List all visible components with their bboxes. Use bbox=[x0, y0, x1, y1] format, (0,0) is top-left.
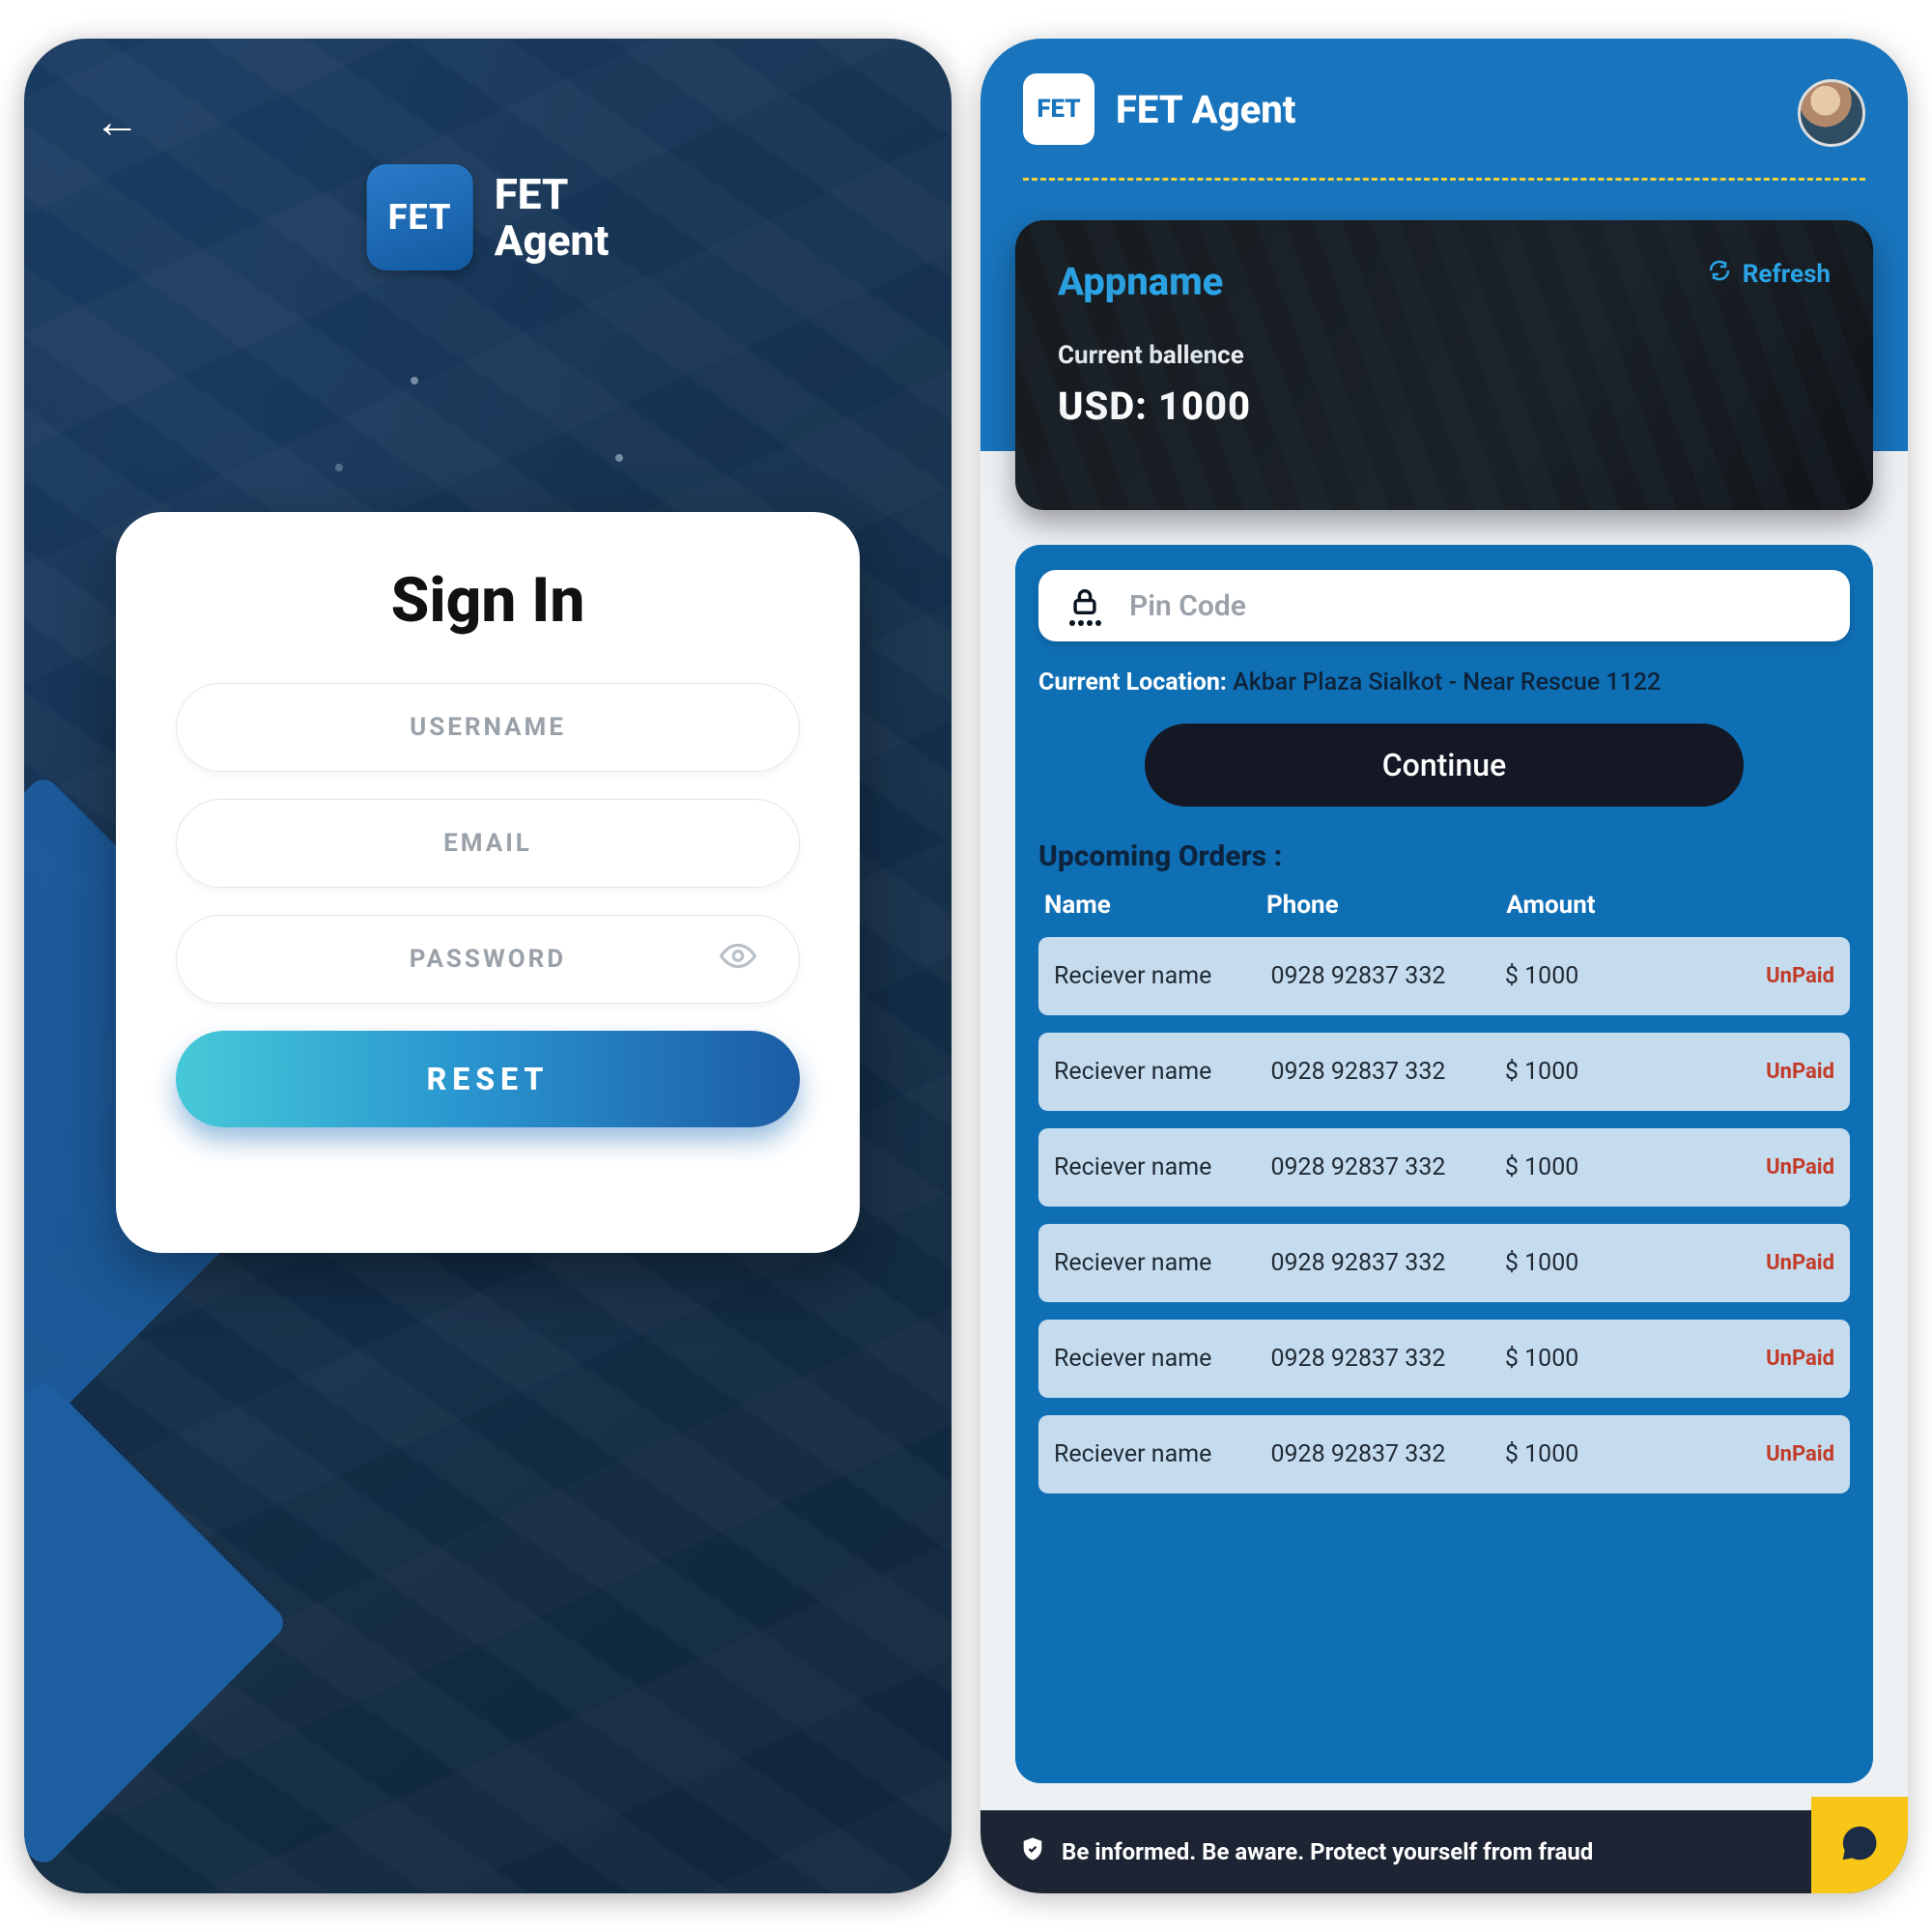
balance-amount: USD: 1000 bbox=[1058, 384, 1831, 429]
dashboard-screen: FET FET Agent Appname Refresh Current ba… bbox=[980, 39, 1908, 1893]
order-row[interactable]: Reciever name0928 92837 332$ 1000UnPaid bbox=[1038, 1128, 1850, 1207]
order-name: Reciever name bbox=[1054, 1345, 1270, 1373]
password-placeholder: PASSWORD bbox=[410, 945, 566, 974]
username-placeholder: USERNAME bbox=[410, 713, 566, 742]
chat-button[interactable] bbox=[1811, 1797, 1908, 1893]
order-row[interactable]: Reciever name0928 92837 332$ 1000UnPaid bbox=[1038, 1224, 1850, 1302]
continue-button[interactable]: Continue bbox=[1145, 724, 1744, 807]
app-logo: FET bbox=[367, 164, 473, 270]
order-phone: 0928 92837 332 bbox=[1270, 1440, 1504, 1468]
order-name: Reciever name bbox=[1054, 1249, 1270, 1277]
current-location: Current Location: Akbar Plaza Sialkot - … bbox=[1038, 668, 1850, 696]
order-name: Reciever name bbox=[1054, 1153, 1270, 1181]
signin-screen: ← FET FET Agent Sign In USERNAME EMAIL P… bbox=[24, 39, 952, 1893]
order-phone: 0928 92837 332 bbox=[1270, 1058, 1504, 1086]
balance-label: Current ballence bbox=[1058, 341, 1831, 370]
balance-card: Appname Refresh Current ballence USD: 10… bbox=[1015, 220, 1873, 510]
order-status: UnPaid bbox=[1678, 1442, 1834, 1466]
order-name: Reciever name bbox=[1054, 1440, 1270, 1468]
order-amount: $ 1000 bbox=[1505, 1249, 1679, 1277]
email-placeholder: EMAIL bbox=[443, 829, 532, 858]
order-phone: 0928 92837 332 bbox=[1270, 1249, 1504, 1277]
order-row[interactable]: Reciever name0928 92837 332$ 1000UnPaid bbox=[1038, 1033, 1850, 1111]
avatar[interactable] bbox=[1798, 79, 1865, 147]
refresh-button[interactable]: Refresh bbox=[1708, 259, 1831, 289]
continue-label: Continue bbox=[1382, 747, 1506, 783]
order-phone: 0928 92837 332 bbox=[1270, 962, 1504, 990]
lock-icon bbox=[1058, 585, 1112, 626]
brand-header: FET FET Agent bbox=[367, 164, 610, 270]
header-divider bbox=[1023, 178, 1865, 181]
order-status: UnPaid bbox=[1678, 1347, 1834, 1371]
order-status: UnPaid bbox=[1678, 964, 1834, 988]
order-row[interactable]: Reciever name0928 92837 332$ 1000UnPaid bbox=[1038, 937, 1850, 1015]
refresh-label: Refresh bbox=[1743, 260, 1831, 289]
orders-table-body: Reciever name0928 92837 332$ 1000UnPaidR… bbox=[1038, 937, 1850, 1493]
col-amount: Amount bbox=[1506, 891, 1684, 920]
order-phone: 0928 92837 332 bbox=[1270, 1153, 1504, 1181]
order-amount: $ 1000 bbox=[1505, 1153, 1679, 1181]
app-name: FET Agent bbox=[495, 171, 610, 265]
location-value: Akbar Plaza Sialkot - Near Rescue 1122 bbox=[1233, 668, 1661, 696]
order-status: UnPaid bbox=[1678, 1060, 1834, 1084]
order-name: Reciever name bbox=[1054, 1058, 1270, 1086]
order-phone: 0928 92837 332 bbox=[1270, 1345, 1504, 1373]
username-field[interactable]: USERNAME bbox=[176, 683, 800, 772]
chat-icon bbox=[1837, 1821, 1882, 1869]
order-row[interactable]: Reciever name0928 92837 332$ 1000UnPaid bbox=[1038, 1320, 1850, 1398]
order-amount: $ 1000 bbox=[1505, 1440, 1679, 1468]
order-status: UnPaid bbox=[1678, 1251, 1834, 1275]
app-logo: FET bbox=[1023, 73, 1094, 145]
order-status: UnPaid bbox=[1678, 1155, 1834, 1179]
pin-placeholder: Pin Code bbox=[1129, 589, 1831, 623]
order-amount: $ 1000 bbox=[1505, 1345, 1679, 1373]
app-name-line1: FET bbox=[495, 169, 569, 219]
pin-input[interactable]: Pin Code bbox=[1038, 570, 1850, 641]
shield-icon bbox=[1019, 1835, 1062, 1868]
app-title: FET Agent bbox=[1116, 87, 1295, 132]
main-panel: Pin Code Current Location: Akbar Plaza S… bbox=[1015, 545, 1873, 1783]
order-amount: $ 1000 bbox=[1505, 962, 1679, 990]
refresh-icon bbox=[1708, 259, 1731, 289]
decor-dot bbox=[615, 454, 623, 462]
decor-dot bbox=[411, 377, 418, 384]
orders-table-header: Name Phone Amount bbox=[1038, 891, 1850, 920]
reset-button[interactable]: RESET bbox=[176, 1031, 800, 1127]
eye-icon[interactable] bbox=[720, 938, 756, 981]
signin-title: Sign In bbox=[176, 564, 800, 637]
password-field[interactable]: PASSWORD bbox=[176, 915, 800, 1004]
reset-label: RESET bbox=[427, 1061, 550, 1097]
col-name: Name bbox=[1044, 891, 1266, 920]
fraud-banner: Be informed. Be aware. Protect yourself … bbox=[980, 1810, 1908, 1893]
signin-card: Sign In USERNAME EMAIL PASSWORD RESET bbox=[116, 512, 860, 1253]
arrow-left-icon: ← bbox=[94, 94, 140, 149]
brand-header: FET FET Agent bbox=[1023, 73, 1865, 145]
app-name-line2: Agent bbox=[495, 215, 610, 266]
col-phone: Phone bbox=[1266, 891, 1506, 920]
email-field[interactable]: EMAIL bbox=[176, 799, 800, 888]
fraud-text: Be informed. Be aware. Protect yourself … bbox=[1062, 1838, 1593, 1865]
orders-heading: Upcoming Orders : bbox=[1038, 839, 1850, 873]
order-amount: $ 1000 bbox=[1505, 1058, 1679, 1086]
order-name: Reciever name bbox=[1054, 962, 1270, 990]
back-button[interactable]: ← bbox=[94, 99, 140, 145]
decor-dot bbox=[335, 464, 343, 471]
order-row[interactable]: Reciever name0928 92837 332$ 1000UnPaid bbox=[1038, 1415, 1850, 1493]
location-label: Current Location: bbox=[1038, 668, 1227, 696]
